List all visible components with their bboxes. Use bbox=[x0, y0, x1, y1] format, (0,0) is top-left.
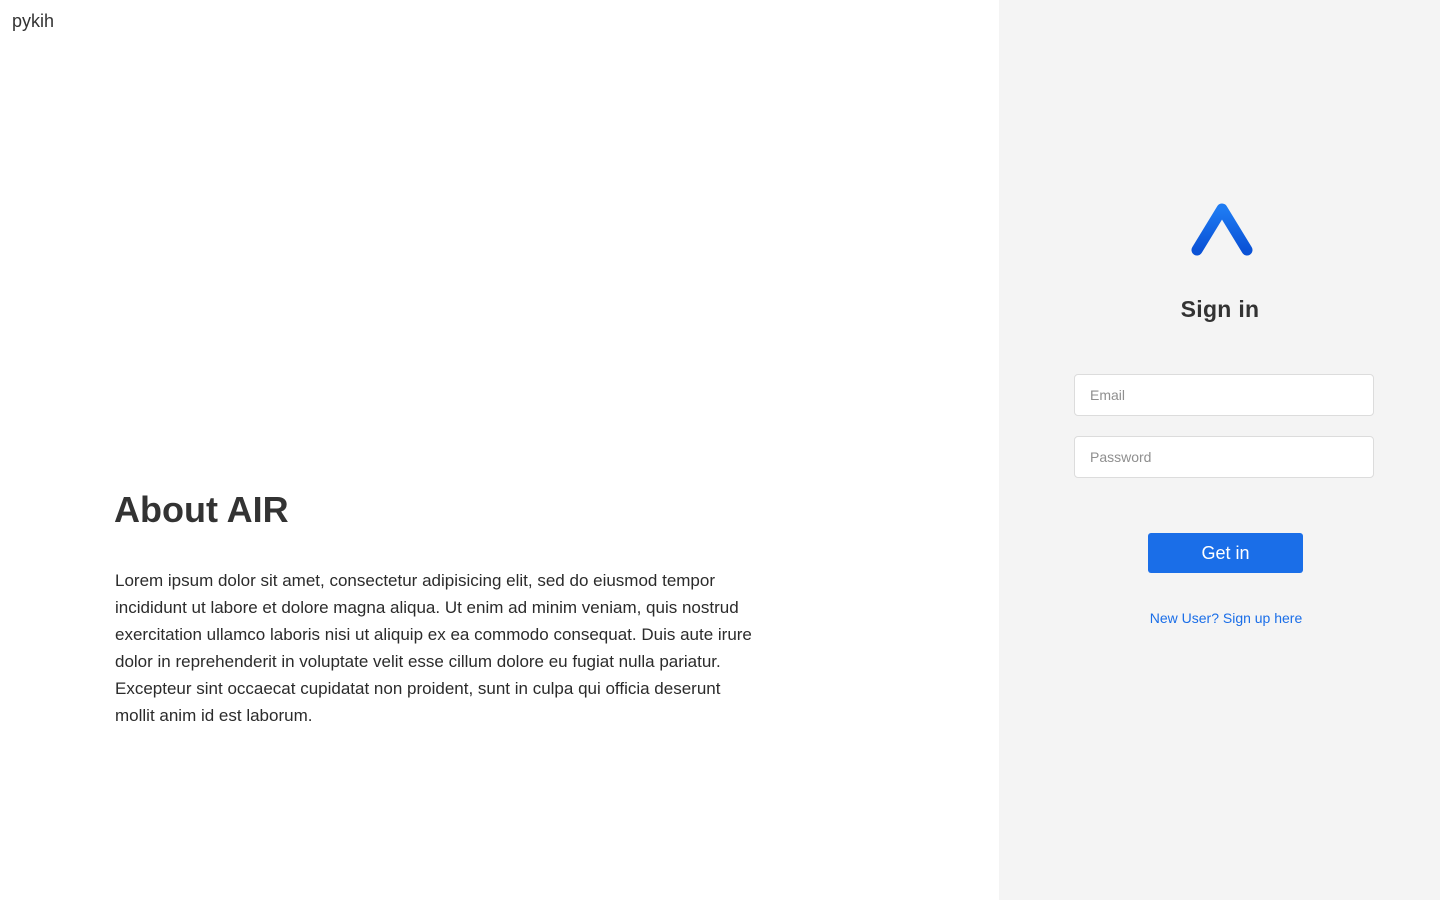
signup-link[interactable]: New User? Sign up here bbox=[1126, 608, 1326, 628]
password-field[interactable] bbox=[1074, 436, 1374, 478]
about-title: About AIR bbox=[114, 489, 289, 530]
brand-name: pykih bbox=[12, 11, 55, 31]
get-in-button[interactable]: Get in bbox=[1148, 533, 1303, 573]
login-page: pykih About AIR Lorem ipsum dolor sit am… bbox=[0, 0, 1440, 900]
signin-title: Sign in bbox=[1180, 296, 1260, 322]
email-field[interactable] bbox=[1074, 374, 1374, 416]
air-logo-icon bbox=[1191, 203, 1253, 256]
about-section: pykih About AIR Lorem ipsum dolor sit am… bbox=[0, 0, 999, 900]
about-description: Lorem ipsum dolor sit amet, consectetur … bbox=[115, 571, 752, 725]
